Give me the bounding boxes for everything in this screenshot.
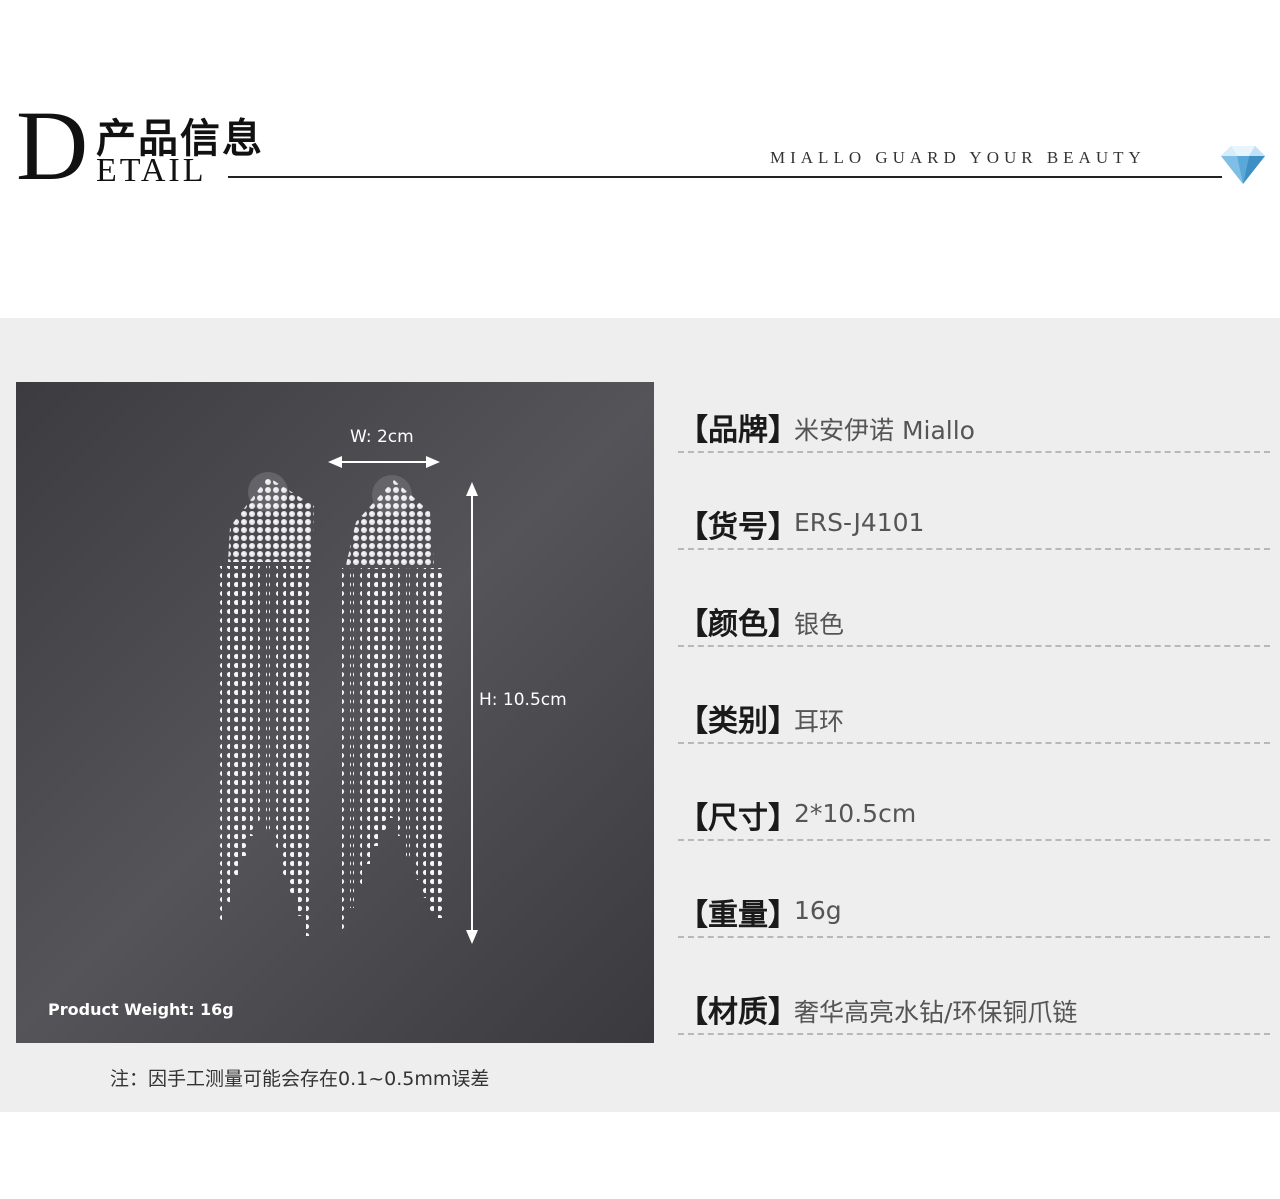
spec-list: 【品牌】 米安伊诺 Miallo 【货号】 ERS-J4101 【颜色】 银色 … <box>678 397 1270 1076</box>
header-big-letter: D <box>16 90 89 201</box>
spec-key: 【类别】 <box>678 704 798 739</box>
spec-row-size: 【尺寸】 2*10.5cm <box>678 785 1270 882</box>
spec-divider <box>678 645 1270 647</box>
width-label: W: 2cm <box>350 427 414 447</box>
spec-key: 【材质】 <box>678 995 798 1030</box>
spec-row-material: 【材质】 奢华高亮水钻/环保铜爪链 <box>678 979 1270 1076</box>
spec-value: 米安伊诺 Miallo <box>794 416 975 445</box>
spec-key: 【颜色】 <box>678 607 798 642</box>
spec-divider <box>678 742 1270 744</box>
header-title-en: ETAIL <box>96 152 207 189</box>
width-arrow <box>328 456 440 468</box>
spec-row-item-number: 【货号】 ERS-J4101 <box>678 494 1270 591</box>
spec-row-weight: 【重量】 16g <box>678 882 1270 979</box>
spec-row-color: 【颜色】 银色 <box>678 591 1270 688</box>
spec-value: ERS-J4101 <box>794 508 925 537</box>
height-arrow <box>466 482 478 944</box>
spec-row-brand: 【品牌】 米安伊诺 Miallo <box>678 397 1270 494</box>
height-label: H: 10.5cm <box>479 690 567 710</box>
spec-divider <box>678 451 1270 453</box>
spec-divider <box>678 936 1270 938</box>
spec-row-category: 【类别】 耳环 <box>678 688 1270 785</box>
spec-divider <box>678 548 1270 550</box>
spec-value: 16g <box>794 896 842 925</box>
spec-value: 2*10.5cm <box>794 799 917 828</box>
spec-divider <box>678 1033 1270 1035</box>
spec-key: 【品牌】 <box>678 413 798 448</box>
header-divider <box>228 176 1222 178</box>
diamond-icon <box>1221 146 1265 184</box>
spec-value: 银色 <box>794 610 845 639</box>
spec-key: 【货号】 <box>678 510 798 545</box>
spec-value: 耳环 <box>794 707 845 736</box>
product-photo: W: 2cm H: 10.5cm Product Weight: 16g <box>16 382 654 1043</box>
spec-divider <box>678 839 1270 841</box>
weight-label: Product Weight: 16g <box>48 1000 234 1019</box>
measurement-note: 注：因手工测量可能会存在0.1~0.5mm误差 <box>110 1068 490 1090</box>
spec-key: 【尺寸】 <box>678 801 798 836</box>
detail-header: D 产品信息 ETAIL MIALLO GUARD YOUR BEAUTY <box>0 0 1280 318</box>
spec-key: 【重量】 <box>678 898 798 933</box>
header-slogan: MIALLO GUARD YOUR BEAUTY <box>770 148 1146 167</box>
earring-illustration <box>218 456 478 944</box>
spec-value: 奢华高亮水钻/环保铜爪链 <box>794 998 1078 1027</box>
